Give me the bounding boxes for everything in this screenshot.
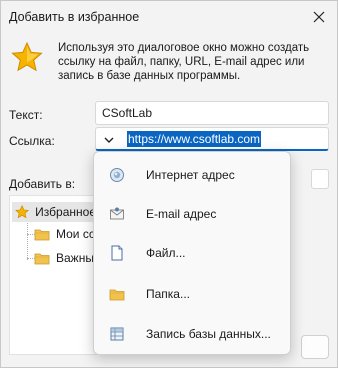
window-title: Добавить в избранное — [9, 10, 140, 24]
folder-icon — [34, 253, 50, 265]
tree-item-label: Избранное — [35, 205, 96, 219]
star-icon — [15, 205, 30, 219]
title-bar: Добавить в избранное — [1, 1, 337, 33]
chevron-down-icon[interactable] — [102, 133, 116, 147]
file-icon — [111, 245, 123, 261]
close-button[interactable] — [307, 5, 331, 29]
folder-icon — [109, 289, 125, 301]
text-field[interactable]: CSoftLab — [95, 101, 329, 125]
dropdown-item-label: E-mail адрес — [146, 207, 217, 221]
link-label: Ссылка: — [9, 134, 55, 148]
addto-label: Добавить в: — [9, 177, 76, 191]
globe-icon — [110, 168, 124, 182]
text-label: Текст: — [9, 108, 43, 122]
dropdown-item-email-address[interactable]: E-mail адрес — [94, 199, 290, 229]
tree-item-favorites[interactable]: Избранное — [12, 202, 96, 222]
folder-icon — [34, 229, 50, 241]
dialog-button[interactable] — [301, 335, 329, 359]
dropdown-item-label: Запись базы данных... — [146, 327, 271, 341]
addto-field[interactable] — [311, 169, 329, 189]
tree-item-folder[interactable]: Важные — [34, 248, 101, 268]
dropdown-item-internet-address[interactable]: Интернет адрес — [94, 160, 290, 190]
dropdown-item-folder[interactable]: Папка... — [94, 279, 290, 309]
dropdown-item-database-record[interactable]: Запись базы данных... — [94, 319, 290, 349]
link-field[interactable]: https://www.csoftlab.com — [127, 131, 262, 147]
folder-tree[interactable]: Избранное Мои ссы Важные — [9, 195, 103, 355]
link-combobox[interactable]: https://www.csoftlab.com — [95, 127, 329, 151]
link-type-dropdown[interactable]: Интернет адрес E-mail адрес Файл... Папк… — [93, 151, 291, 355]
favorites-dialog: Добавить в избранное Используя это диало… — [0, 0, 338, 368]
dropdown-item-label: Интернет адрес — [146, 168, 235, 182]
envelope-icon — [110, 207, 124, 220]
dropdown-item-label: Файл... — [146, 246, 186, 260]
database-record-icon — [110, 327, 124, 341]
dropdown-item-file[interactable]: Файл... — [94, 238, 290, 268]
intro-description: Используя это диалоговое окно можно созд… — [58, 42, 310, 82]
star-icon — [11, 41, 43, 72]
close-icon — [313, 11, 325, 23]
dropdown-item-label: Папка... — [146, 287, 190, 301]
